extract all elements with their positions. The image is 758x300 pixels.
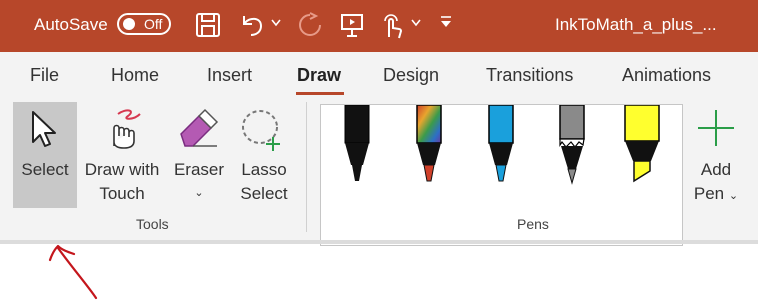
cursor-arrow-icon [32, 111, 56, 147]
add-pen-label-line1: Add [700, 160, 732, 179]
title-bar: AutoSave Off InkToMath_a_plus_... [0, 0, 758, 52]
add-pen-chevron-icon[interactable]: ⌄ [729, 190, 738, 202]
customize-qat-icon[interactable] [438, 14, 454, 30]
eraser-chevron-icon[interactable]: ⌄ [168, 182, 230, 205]
lasso-select-button[interactable]: Lasso Select [234, 102, 294, 208]
tab-design[interactable]: Design [383, 65, 439, 86]
add-pen-label-line2: Pen ⌄ [690, 182, 742, 208]
touch-mode-icon[interactable] [378, 11, 406, 41]
tab-insert[interactable]: Insert [207, 65, 252, 86]
lasso-label-line2: Select [240, 184, 288, 203]
ribbon-bottom-border [0, 240, 758, 244]
lasso-icon [242, 110, 280, 151]
active-tab-indicator [296, 92, 344, 95]
tab-home[interactable]: Home [111, 65, 159, 86]
undo-icon[interactable] [239, 11, 267, 39]
redo-icon[interactable] [296, 11, 324, 39]
undo-dropdown-chevron-icon[interactable] [270, 18, 282, 28]
tab-animations[interactable]: Animations [622, 65, 711, 86]
group-divider [306, 102, 307, 232]
present-icon[interactable] [338, 11, 366, 39]
tools-group-label: Tools [136, 216, 169, 232]
draw-with-touch-button[interactable]: Draw with Touch [80, 102, 164, 208]
autosave-toggle[interactable]: Off [117, 13, 171, 35]
document-title: InkToMath_a_plus_... [555, 15, 717, 34]
eraser-label: Eraser [173, 160, 225, 179]
toggle-knob [123, 18, 135, 30]
select-label: Select [21, 160, 69, 179]
tab-draw[interactable]: Draw [297, 65, 341, 86]
add-pen-plus-icon [698, 110, 734, 146]
select-button[interactable]: Select [13, 102, 77, 208]
touch-dropdown-chevron-icon[interactable] [410, 18, 422, 28]
galaxy-pen-icon[interactable] [411, 105, 447, 185]
tab-file[interactable]: File [30, 65, 59, 86]
black-pen-icon[interactable] [339, 105, 375, 185]
autosave-state: Off [144, 16, 163, 32]
tab-transitions[interactable]: Transitions [486, 65, 573, 86]
add-pen-label-text: Pen [693, 184, 725, 203]
annotation-arrow-icon [48, 244, 98, 300]
pens-gallery [320, 104, 683, 246]
draw-touch-icon [113, 109, 141, 149]
autosave-label: AutoSave [34, 15, 108, 34]
ribbon-tab-row: File Home Insert Draw Design Transitions… [0, 52, 758, 98]
lasso-label-line1: Lasso [241, 160, 287, 179]
ribbon: File Home Insert Draw Design Transitions… [0, 52, 758, 246]
draw-touch-label-line1: Draw with [84, 160, 160, 179]
gray-pencil-icon[interactable] [554, 105, 590, 185]
save-icon[interactable] [195, 11, 221, 39]
add-pen-button[interactable]: Add Pen ⌄ [690, 102, 742, 208]
eraser-icon [180, 108, 219, 147]
draw-touch-label-line2: Touch [99, 184, 145, 203]
pens-group-label: Pens [517, 216, 549, 232]
eraser-button[interactable]: Eraser ⌄ [168, 102, 230, 208]
yellow-highlighter-icon[interactable] [619, 105, 665, 187]
blue-pen-icon[interactable] [483, 105, 519, 185]
